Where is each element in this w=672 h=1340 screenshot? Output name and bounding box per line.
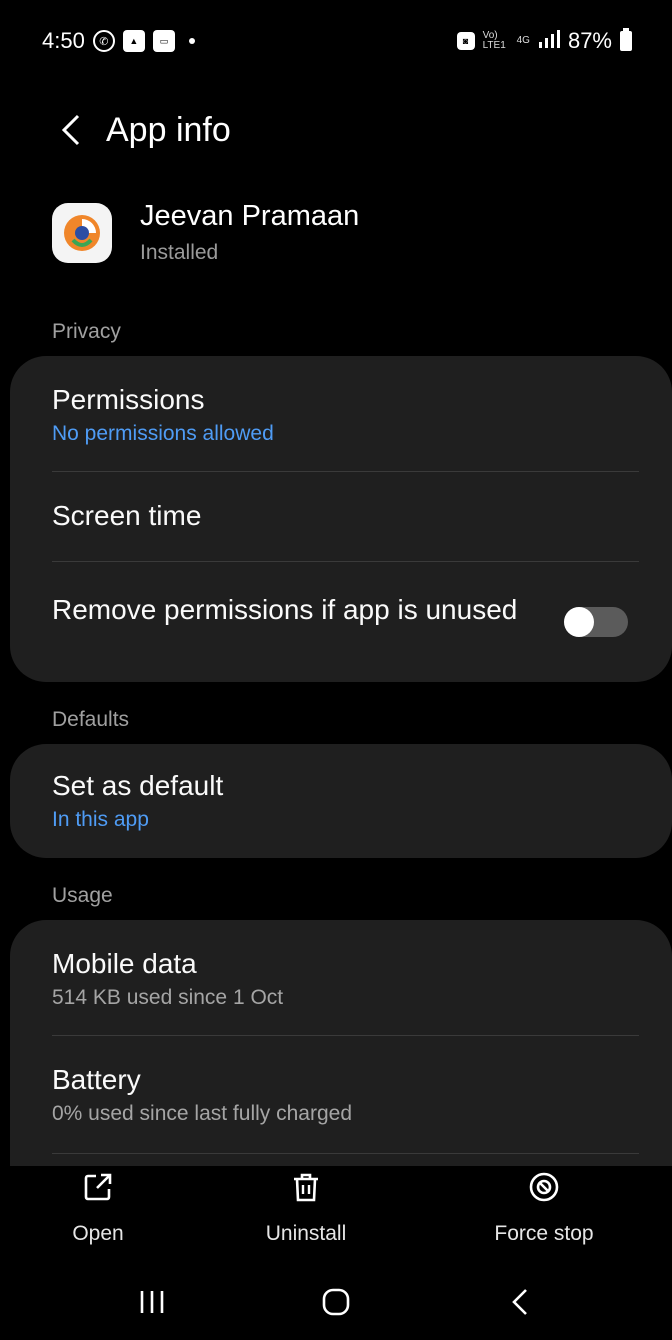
app-status: Installed — [140, 241, 219, 264]
section-defaults: Defaults — [52, 708, 130, 731]
usage-card: Mobile data 514 KB used since 1 Oct Batt… — [10, 920, 672, 1166]
home-button[interactable] — [296, 1277, 376, 1327]
toggle-knob — [564, 607, 594, 637]
status-bar: 4:50 ✆ ▲ ▭ ◙ Vo) LTE1 4G 87% — [0, 0, 672, 64]
open-external-icon — [82, 1170, 114, 1204]
network-type: 4G — [516, 35, 530, 46]
defaults-card: Set as default In this app — [10, 744, 672, 858]
back-button[interactable] — [40, 100, 100, 160]
stop-icon — [528, 1170, 560, 1204]
chevron-left-icon — [61, 114, 80, 146]
screen-time-title: Screen time — [52, 500, 202, 531]
status-time: 4:50 — [42, 28, 85, 53]
paytm-icon: ▭ — [152, 30, 175, 52]
mobile-data-subtitle: 514 KB used since 1 Oct — [52, 986, 284, 1009]
home-icon — [322, 1288, 350, 1316]
recent-apps-button[interactable] — [112, 1277, 192, 1327]
battery-icon — [620, 28, 632, 51]
set-as-default-title: Set as default — [52, 770, 224, 801]
screen-time-row[interactable]: Screen time — [10, 472, 672, 562]
app-texts: Jeevan Pramaan Installed — [140, 200, 359, 265]
privacy-card: Permissions No permissions allowed Scree… — [10, 356, 672, 682]
nav-back-button[interactable] — [480, 1277, 560, 1327]
back-arrow-icon — [512, 1289, 527, 1315]
trash-icon — [291, 1170, 321, 1204]
set-as-default-subtitle: In this app — [52, 808, 149, 831]
force-stop-label: Force stop — [494, 1222, 594, 1245]
permissions-subtitle: No permissions allowed — [52, 422, 274, 445]
battery-percent: 87% — [567, 28, 612, 53]
mobile-data-row[interactable]: Mobile data 514 KB used since 1 Oct — [10, 920, 672, 1036]
battery-title: Battery — [52, 1064, 141, 1095]
status-left: 4:50 ✆ ▲ ▭ — [42, 28, 195, 54]
divider — [52, 1153, 639, 1154]
whatsapp-icon: ✆ — [92, 30, 115, 52]
open-label: Open — [72, 1222, 124, 1245]
header: App info — [0, 100, 672, 160]
dot-icon — [188, 38, 195, 44]
battery-row[interactable]: Battery 0% used since last fully charged — [10, 1036, 672, 1154]
battery-subtitle: 0% used since last fully charged — [52, 1102, 352, 1125]
permissions-row[interactable]: Permissions No permissions allowed — [10, 356, 672, 472]
gallery-icon: ▲ — [122, 30, 145, 52]
volte-indicator: Vo) LTE1 — [482, 30, 506, 51]
set-as-default-row[interactable]: Set as default In this app — [10, 744, 672, 858]
signal-icon — [538, 28, 560, 54]
permissions-title: Permissions — [52, 384, 205, 415]
remove-permissions-title: Remove permissions if app is unused — [52, 594, 518, 625]
navigation-bar — [0, 1270, 672, 1334]
uninstall-label: Uninstall — [265, 1222, 347, 1245]
recent-apps-icon — [140, 1291, 164, 1313]
app-logo-icon — [52, 202, 112, 263]
app-name: Jeevan Pramaan — [140, 200, 360, 232]
mobile-data-title: Mobile data — [52, 948, 197, 979]
section-privacy: Privacy — [52, 320, 121, 343]
app-summary: Jeevan Pramaan Installed — [52, 200, 359, 265]
status-right: ◙ Vo) LTE1 4G 87% — [456, 28, 632, 54]
open-button[interactable]: Open — [38, 1170, 158, 1260]
bottom-action-bar: Open Uninstall Force stop — [0, 1170, 672, 1260]
section-usage: Usage — [52, 884, 113, 907]
page-title: App info — [106, 110, 231, 149]
lock-icon: ◙ — [456, 32, 475, 50]
uninstall-button[interactable]: Uninstall — [216, 1170, 396, 1260]
remove-permissions-row[interactable]: Remove permissions if app is unused — [10, 562, 672, 682]
force-stop-button[interactable]: Force stop — [454, 1170, 634, 1260]
remove-permissions-toggle[interactable] — [564, 607, 628, 637]
